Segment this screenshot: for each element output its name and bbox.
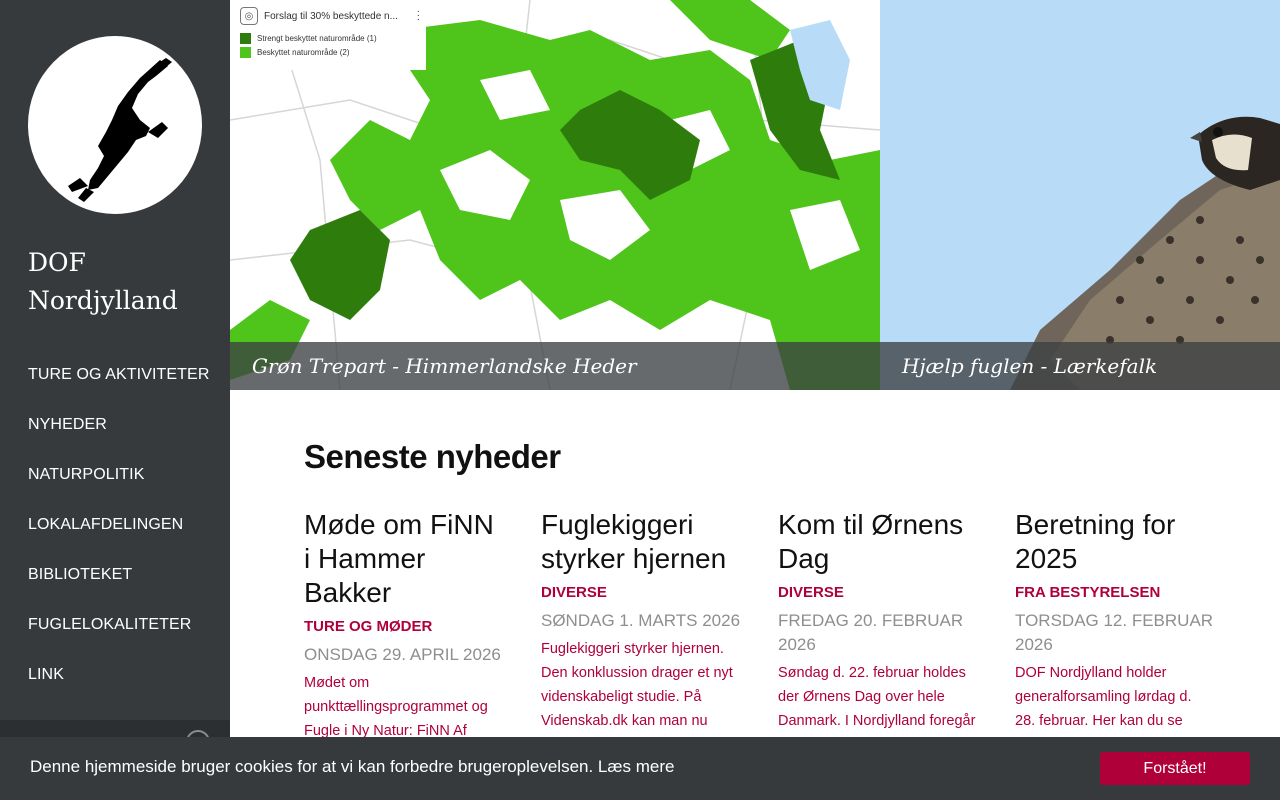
news-excerpt[interactable]: Søndag d. 22. februar holdes der Ørnens … bbox=[778, 661, 978, 733]
hero-slide-falcon[interactable]: Hjælp fuglen - Lærkefalk bbox=[880, 0, 1280, 390]
map-legend: ◎ Forslag til 30% beskyttede n... · · · St… bbox=[230, 0, 426, 70]
news-card[interactable]: Fuglekiggeri styrker hjernen DIVERSE SØN… bbox=[541, 508, 741, 757]
news-category[interactable]: DIVERSE bbox=[541, 584, 741, 601]
hero-slider: ◎ Forslag til 30% beskyttede n... · · · St… bbox=[230, 0, 1280, 390]
nav-item-biblioteket[interactable]: BIBLIOTEKET bbox=[0, 550, 230, 600]
falcon-image bbox=[880, 0, 1280, 390]
map-pin-icon: ◎ bbox=[240, 7, 258, 25]
news-card[interactable]: Beretning for 2025 FRA BESTYRELSEN TORSD… bbox=[1015, 508, 1215, 733]
map-legend-header: ◎ Forslag til 30% beskyttede n... bbox=[240, 5, 420, 27]
hero-caption[interactable]: Grøn Trepart - Himmerlandske Heder bbox=[230, 342, 880, 390]
news-category[interactable]: FRA BESTYRELSEN bbox=[1015, 584, 1215, 601]
news-title[interactable]: Kom til Ørnens Dag bbox=[778, 508, 978, 576]
news-title[interactable]: Fuglekiggeri styrker hjernen bbox=[541, 508, 741, 576]
sidebar: DOF Nordjylland TURE OG AKTIVITETER NYHE… bbox=[0, 0, 230, 800]
more-vertical-icon[interactable]: · · · bbox=[417, 7, 420, 25]
nav-item-ture-og-aktiviteter[interactable]: TURE OG AKTIVITETER bbox=[0, 350, 230, 400]
nav-item-lokalafdelingen[interactable]: LOKALAFDELINGEN bbox=[0, 500, 230, 550]
news-title[interactable]: Møde om FiNN i Hammer Bakker bbox=[304, 508, 504, 610]
news-date: SØNDAG 1. MARTS 2026 bbox=[541, 611, 741, 630]
cookie-accept-button[interactable]: Forstået! bbox=[1100, 752, 1250, 785]
cookie-message[interactable]: Denne hjemmeside bruger cookies for at v… bbox=[30, 757, 674, 777]
cookie-banner: Denne hjemmeside bruger cookies for at v… bbox=[0, 737, 1280, 800]
map-legend-title: Forslag til 30% beskyttede n... bbox=[264, 10, 398, 22]
legend-label: Strengt beskyttet naturområde (1) bbox=[257, 34, 377, 43]
map-legend-item: Strengt beskyttet naturområde (1) bbox=[240, 33, 377, 44]
nav-item-nyheder[interactable]: NYHEDER bbox=[0, 400, 230, 450]
news-card[interactable]: Møde om FiNN i Hammer Bakker TURE OG MØD… bbox=[304, 508, 504, 767]
news-category[interactable]: TURE OG MØDER bbox=[304, 618, 504, 635]
news-date: TORSDAG 12. FEBRUAR 2026 bbox=[1015, 611, 1214, 654]
hero-slide-map[interactable]: ◎ Forslag til 30% beskyttede n... · · · St… bbox=[230, 0, 880, 390]
news-card[interactable]: Kom til Ørnens Dag DIVERSE FREDAG 20. FE… bbox=[778, 508, 978, 733]
news-date: FREDAG 20. FEBRUAR 2026 bbox=[778, 611, 964, 654]
legend-swatch-strict bbox=[240, 33, 251, 44]
map-legend-item: Beskyttet naturområde (2) bbox=[240, 47, 349, 58]
legend-swatch-protected bbox=[240, 47, 251, 58]
news-title[interactable]: Beretning for 2025 bbox=[1015, 508, 1215, 576]
nav-item-naturpolitik[interactable]: NATURPOLITIK bbox=[0, 450, 230, 500]
hero-caption[interactable]: Hjælp fuglen - Lærkefalk bbox=[880, 342, 1280, 390]
legend-label: Beskyttet naturområde (2) bbox=[257, 48, 350, 57]
site-title[interactable]: DOF Nordjylland bbox=[28, 244, 218, 320]
news-category[interactable]: DIVERSE bbox=[778, 584, 978, 601]
section-title: Seneste nyheder bbox=[304, 438, 561, 475]
eagle-logo-icon[interactable] bbox=[28, 36, 202, 214]
news-excerpt[interactable]: DOF Nordjylland holder generalforsamling… bbox=[1015, 661, 1215, 733]
nav-item-link[interactable]: LINK bbox=[0, 650, 230, 700]
nav-item-fuglelokaliteter[interactable]: FUGLELOKALITETER bbox=[0, 600, 230, 650]
news-date: ONSDAG 29. APRIL 2026 bbox=[304, 645, 501, 664]
main-nav: TURE OG AKTIVITETER NYHEDER NATURPOLITIK… bbox=[0, 350, 230, 700]
